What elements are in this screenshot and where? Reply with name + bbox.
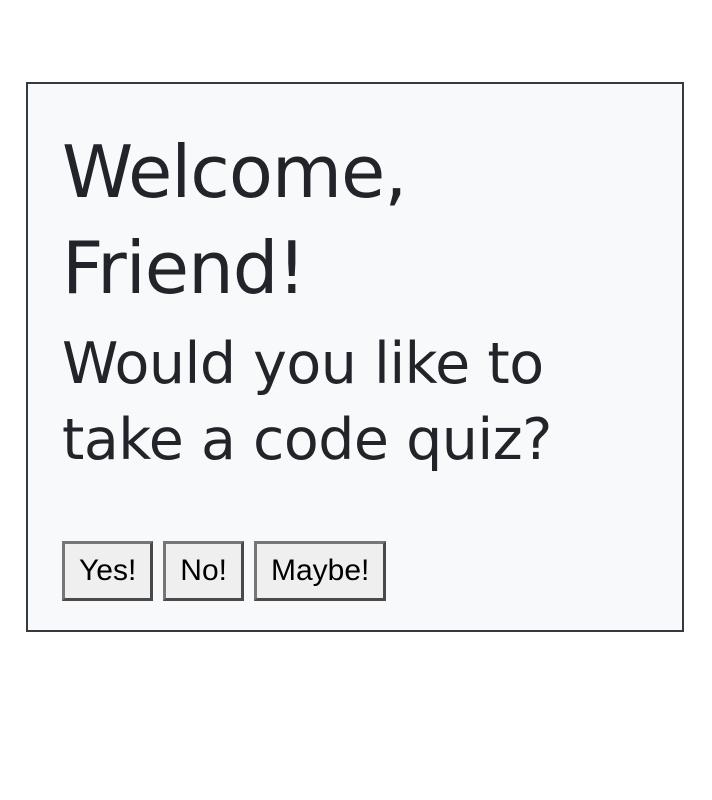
no-button[interactable]: No! xyxy=(163,541,244,601)
maybe-button[interactable]: Maybe! xyxy=(253,541,387,601)
welcome-title: Welcome, Friend! xyxy=(62,130,407,310)
answer-button-group: Yes! No! Maybe! xyxy=(62,541,387,601)
yes-button[interactable]: Yes! xyxy=(62,541,154,601)
welcome-card: Welcome, Friend! Would you like to take … xyxy=(26,82,684,632)
quiz-prompt: Would you like to take a code quiz? xyxy=(62,331,552,473)
